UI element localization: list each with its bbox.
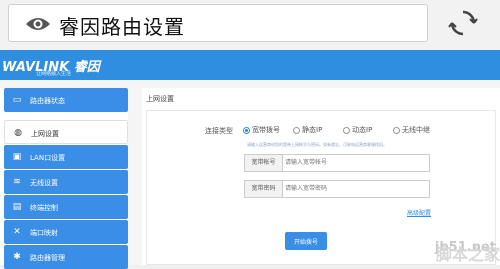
start-dial-button[interactable]: 开始拨号 [285,232,327,250]
sidebar: ▭ 路由器状态 ◍ 上网设置 ▣ LAN口设置 ≋ 无线设置 ▤ 终端控制 ✕ … [0,88,128,269]
account-label: 宽带帐号 [245,155,283,171]
advanced-config-link[interactable]: 高级配置 [407,208,431,217]
sidebar-item-label: 路由器管理 [30,254,65,262]
lan-icon: ▣ [12,152,22,162]
password-label: 宽带密码 [245,181,283,197]
radio-icon [393,126,400,134]
address-bar[interactable]: 睿因路由设置 [8,4,428,42]
sidebar-item-port-mapping[interactable]: ✕ 端口映射 [4,220,128,244]
section-title: 上网设置 [146,95,174,103]
radio-selected-icon [243,126,250,134]
browser-bar: 睿因路由设置 [0,0,500,50]
sidebar-item-label: LAN口设置 [30,154,66,162]
tools-icon: ✕ [13,227,21,237]
watermark-site: 脚本之家 [435,245,500,264]
eye-icon [26,18,50,30]
reload-icon[interactable] [448,8,478,38]
sidebar-item-wireless[interactable]: ≋ 无线设置 [4,170,128,194]
radio-icon [343,126,350,134]
sidebar-item-status[interactable]: ▭ 路由器状态 [4,88,128,112]
hint-text: 请输入运营商给您的宽带上网帐号与密码。如有遗忘，可致电运营商客服找回。 [247,142,387,147]
password-field: 宽带密码 [244,180,430,198]
globe-icon: ◍ [14,128,22,138]
monitor-icon: ▭ [12,95,22,105]
sidebar-item-label: 路由器状态 [30,97,65,105]
sidebar-item-terminal[interactable]: ▤ 终端控制 [4,195,128,219]
brand-header: WAVLINK 睿因 让网络融入生活 [0,50,500,80]
sidebar-item-router-admin[interactable]: ✱ 路由器管理 [4,245,128,269]
main-panel: 上网设置 连接类型 宽带拨号 静态IP 动态IP 无线中继 请输入运营商给您的宽… [142,88,500,265]
brand-tagline: 让网络融入生活 [36,71,72,77]
wifi-icon: ≋ [13,177,21,187]
gear-icon: ✱ [13,252,21,262]
page-title: 睿因路由设置 [59,15,185,39]
sidebar-item-label: 终端控制 [30,204,58,212]
terminal-icon: ▤ [12,202,22,212]
account-field: 宽带帐号 [244,154,430,172]
radio-wireless-repeater[interactable]: 无线中继 [393,125,430,135]
sidebar-item-label: 无线设置 [30,179,58,187]
radio-pppoe[interactable]: 宽带拨号 [243,125,280,135]
sidebar-item-label: 端口映射 [30,229,58,237]
radio-icon [293,126,300,134]
radio-static-ip[interactable]: 静态IP [293,125,322,135]
connection-type-label: 连接类型 [205,127,233,135]
sidebar-item-lan[interactable]: ▣ LAN口设置 [4,145,128,169]
account-input[interactable] [285,155,425,171]
password-input[interactable] [285,181,425,197]
sidebar-item-label: 上网设置 [31,130,59,138]
radio-dynamic-ip[interactable]: 动态IP [343,125,372,135]
router-page: WAVLINK 睿因 让网络融入生活 ▭ 路由器状态 ◍ 上网设置 ▣ LAN口… [0,50,500,269]
sidebar-item-internet[interactable]: ◍ 上网设置 [4,120,128,144]
